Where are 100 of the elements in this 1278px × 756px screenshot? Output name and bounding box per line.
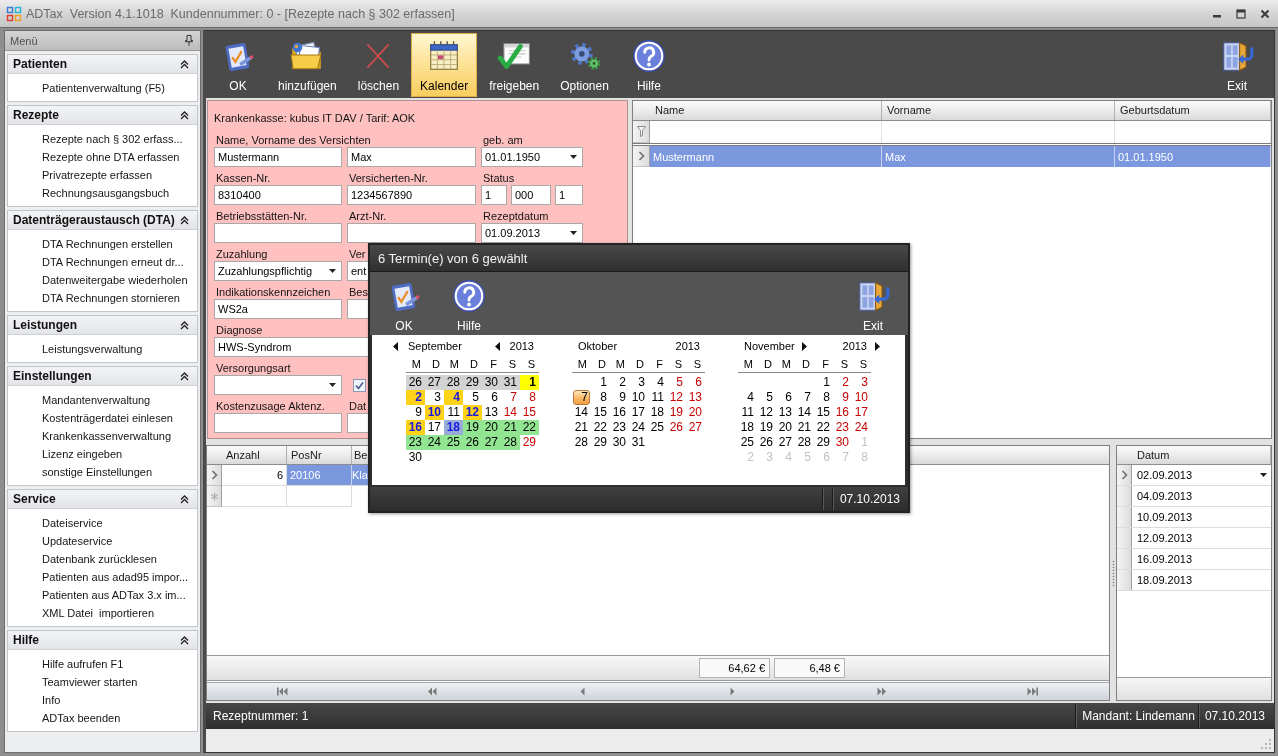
calendar-button[interactable]: Kalender [411,33,478,97]
menu-item[interactable]: DTA Rechnungen erneut dr... [42,253,184,271]
calendar-day[interactable]: 3 [852,375,871,390]
calendar-day[interactable]: 17 [425,420,444,435]
calendar-day[interactable]: 27 [686,420,705,435]
caret-icon[interactable] [570,155,577,159]
input-field[interactable] [347,223,476,243]
input-field[interactable]: 8310400 [214,185,342,205]
menu-item[interactable]: DTA Rechnungen erstellen [42,235,173,253]
calendar-day[interactable]: 11 [738,405,757,420]
calendar-day[interactable]: 21 [572,420,591,435]
calendar-day[interactable]: 8 [520,390,539,405]
table-cell[interactable]: 16.09.2013 [1132,549,1255,569]
menu-item[interactable]: ADTax beenden [42,709,121,727]
calendar-day[interactable]: 31 [501,375,520,390]
calendar-day[interactable]: 12 [463,405,482,420]
dropdown-field[interactable]: Zuzahlungspflichtig [214,261,342,281]
calendar-day[interactable]: 16 [610,405,629,420]
resize-grip-icon[interactable] [1261,739,1271,749]
input-field[interactable]: 1 [481,185,507,205]
calendar-day[interactable]: 17 [629,405,648,420]
input-field[interactable] [347,299,368,319]
calendar-day[interactable]: 4 [738,390,757,405]
input-field[interactable] [347,413,368,433]
group-header[interactable]: Service [8,490,197,509]
group-header[interactable]: Datenträgeraustausch (DTA) [8,211,197,230]
calendar-day[interactable]: 24 [629,420,648,435]
table-cell[interactable]: 04.09.2013 [1132,486,1255,506]
double-chevron-up-icon[interactable] [180,635,189,645]
calendar-day[interactable]: 10 [425,405,444,420]
menu-item[interactable]: Dateiservice [42,514,103,532]
calendar-day[interactable]: 30 [482,375,501,390]
calendar-day[interactable]: 5 [667,375,686,390]
calendar-day[interactable]: 19 [757,420,776,435]
menu-item[interactable]: Krankenkassenverwaltung [42,427,172,445]
release-button[interactable]: freigeben [480,33,549,97]
column-header[interactable]: Vorname [882,101,1115,120]
calendar-day[interactable]: 1 [520,375,539,390]
calendar-day[interactable]: 1 [814,375,833,390]
calendar-day[interactable]: 8 [591,390,610,405]
group-header[interactable]: Leistungen [8,316,197,335]
group-header[interactable]: Patienten [8,55,197,74]
calendar-day[interactable]: 14 [501,405,520,420]
add-button[interactable]: hinzufügen [269,33,346,97]
calendar-day[interactable]: 5 [757,390,776,405]
ok-button[interactable]: OK [379,272,429,335]
input-field[interactable] [214,223,342,243]
calendar-day[interactable]: 16 [833,405,852,420]
calendar-day[interactable]: 25 [444,435,463,450]
calendar-day[interactable]: 13 [776,405,795,420]
table-cell[interactable]: 18.09.2013 [1132,570,1255,590]
calendar-day[interactable]: 28 [501,435,520,450]
menu-item[interactable]: Kostenträgerdatei einlesen [42,409,173,427]
caret-icon[interactable] [1259,473,1267,477]
delete-button[interactable]: löschen [348,33,409,97]
group-header[interactable]: Einstellungen [8,367,197,386]
caret-icon[interactable] [329,383,336,387]
input-field[interactable]: HWS-Syndrom [214,337,368,357]
calendar-day[interactable]: 14 [795,405,814,420]
left-triangle-icon[interactable] [494,341,500,351]
calendar-day[interactable]: 6 [482,390,501,405]
input-field[interactable]: Mustermann [214,147,342,167]
table-cell[interactable]: 10.09.2013 [1132,507,1255,527]
calendar-day[interactable]: 13 [686,390,705,405]
options-button[interactable]: Optionen [551,33,618,97]
exit-button[interactable]: Exit [1209,33,1265,97]
calendar-day[interactable]: 27 [425,375,444,390]
calendar-day[interactable]: 24 [425,435,444,450]
calendar-day[interactable]: 11 [648,390,667,405]
menu-item[interactable]: Patienten aus adad95 impor... [42,568,189,586]
calendar-day[interactable]: 20 [776,420,795,435]
calendar-day[interactable]: 18 [444,420,463,435]
calendar-day[interactable]: 7 [501,390,520,405]
dropdown-field[interactable]: 01.09.2013 [481,223,583,243]
calendar-day[interactable]: 7 [795,390,814,405]
calendar-day[interactable]: 2 [833,375,852,390]
table-cell[interactable]: 02.09.2013 [1132,465,1255,485]
calendar-day[interactable]: 23 [610,420,629,435]
calendar-day[interactable]: 3 [629,375,648,390]
calendar-day[interactable]: 28 [795,435,814,450]
calendar-day[interactable]: 2 [406,390,425,405]
skip-start-icon[interactable] [276,687,288,696]
ok-button[interactable]: OK [210,33,266,97]
calendar-day[interactable]: 20 [686,405,705,420]
calendar-day[interactable]: 31 [629,435,648,450]
menu-item[interactable]: DTA Rechnungen stornieren [42,289,180,307]
input-field[interactable]: ent [347,261,368,281]
menu-item[interactable]: sonstige Einstellungen [42,463,153,481]
skip-end-icon[interactable] [1026,687,1038,696]
calendar-day[interactable]: 25 [648,420,667,435]
calendar-day[interactable]: 17 [852,405,871,420]
calendar-day[interactable]: 9 [833,390,852,405]
close-icon[interactable] [1260,8,1270,19]
calendar-day[interactable]: 18 [738,420,757,435]
calendar-day[interactable]: 30 [833,435,852,450]
help-button[interactable]: Hilfe [444,272,494,335]
group-header[interactable]: Rezepte [8,106,197,125]
calendar-day[interactable]: 29 [520,435,539,450]
calendar-day[interactable]: 10 [852,390,871,405]
calendar-day[interactable]: 21 [501,420,520,435]
